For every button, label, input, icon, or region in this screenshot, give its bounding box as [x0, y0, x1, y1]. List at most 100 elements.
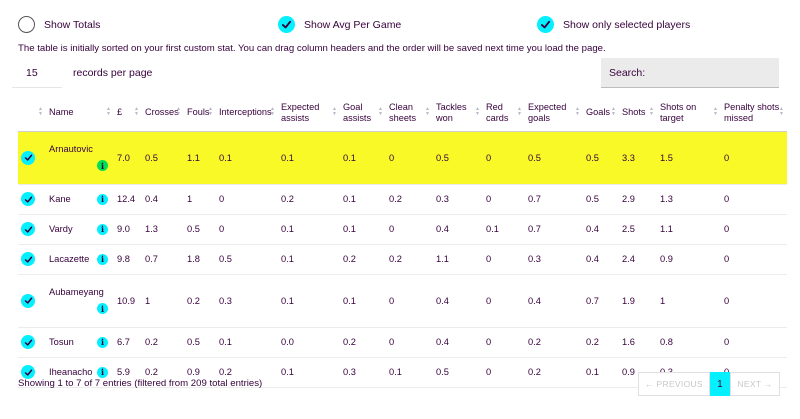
column-header[interactable]: Tackles won ▲ ▼ [433, 95, 483, 132]
info-icon[interactable]: i [97, 336, 108, 348]
stat-cell: 0.4 [142, 184, 184, 215]
next-page-button[interactable]: NEXT → [730, 372, 780, 396]
select-cell [18, 184, 46, 215]
player-name: Lacazette [49, 254, 90, 264]
select-player-checkbox[interactable] [21, 192, 35, 206]
stat-cell: 0.1 [278, 131, 340, 185]
stat-cell: 0.4 [583, 214, 619, 245]
info-icon[interactable]: i [97, 303, 108, 314]
stat-cell: 0.5 [216, 244, 278, 275]
select-column-header[interactable]: ▲ ▼ [18, 95, 46, 132]
column-header[interactable]: Name ▲ ▼ [46, 95, 114, 132]
column-header[interactable]: £ ▲ ▼ [114, 95, 142, 132]
sort-icon: ▲ ▼ [270, 106, 275, 117]
records-per-page-input[interactable] [12, 58, 62, 88]
column-header[interactable]: Red cards ▲ ▼ [483, 95, 525, 132]
stat-cell: 0.2 [525, 357, 583, 388]
info-icon[interactable]: i [97, 223, 108, 235]
stat-cell: 0.2 [386, 244, 433, 275]
info-icon[interactable]: i [97, 366, 108, 378]
page-1-button[interactable]: 1 [710, 372, 730, 396]
stat-cell: 0.5 [433, 131, 483, 185]
table-row: Vardy i 9.0 1.3 0.5 0 0.1 0.1 0 0.4 0.1 0.7 0.4 2.5 1.… [18, 214, 787, 245]
show-selected-checkbox[interactable] [537, 16, 554, 33]
show-totals-checkbox[interactable] [18, 16, 35, 33]
stat-cell: 0.1 [278, 244, 340, 275]
column-header[interactable]: Shots ▲ ▼ [619, 95, 657, 132]
select-player-checkbox[interactable] [21, 293, 35, 308]
select-player-checkbox[interactable] [21, 222, 35, 236]
stat-cell: 0 [721, 274, 787, 328]
show-avg-checkbox[interactable] [278, 16, 295, 33]
select-player-checkbox[interactable] [21, 150, 35, 165]
stat-cell: 0.5 [142, 131, 184, 185]
stat-cell: 0.4 [433, 327, 483, 358]
show-totals-toggle[interactable]: Show Totals [18, 16, 100, 33]
check-icon [24, 226, 32, 233]
previous-page-button[interactable]: ← PREVIOUS [638, 372, 710, 396]
stat-cell: 1.3 [657, 184, 721, 215]
pagination: ← PREVIOUS 1 NEXT → [638, 372, 780, 396]
stat-cell: 2.9 [619, 184, 657, 215]
table-row: Kane i 12.4 0.4 1 0 0.2 0.1 0.2 0.3 0 0.7 0.5 2.9 1.3 0 [18, 184, 787, 215]
info-icon[interactable]: i [97, 160, 108, 171]
select-player-checkbox[interactable] [21, 252, 35, 266]
column-header[interactable]: Expected goals ▲ ▼ [525, 95, 583, 132]
player-name: Iheanacho [49, 367, 93, 377]
stat-cell: 1.1 [184, 131, 216, 185]
column-header[interactable]: Penalty shots missed ▲ ▼ [721, 95, 787, 132]
stat-cell: 0.1 [583, 357, 619, 388]
stat-cell: 1.6 [619, 327, 657, 358]
stat-cell: 0.1 [386, 357, 433, 388]
check-icon [24, 256, 32, 263]
stat-cell: 1.3 [142, 214, 184, 245]
stat-cell: 0.3 [433, 184, 483, 215]
column-header[interactable]: Interceptions ▲ ▼ [216, 95, 278, 132]
stat-cell: 0.5 [525, 131, 583, 185]
stat-cell: 0 [721, 131, 787, 185]
column-header[interactable]: Expected assists ▲ ▼ [278, 95, 340, 132]
stat-cell: 0.1 [216, 327, 278, 358]
search-box[interactable]: Search: [601, 58, 779, 88]
sort-icon: ▲ ▼ [779, 106, 784, 117]
stat-cell: 0.2 [184, 274, 216, 328]
show-avg-toggle[interactable]: Show Avg Per Game [278, 16, 401, 33]
show-selected-toggle[interactable]: Show only selected players [537, 16, 690, 33]
select-cell [18, 274, 46, 328]
stat-cell: 0 [483, 327, 525, 358]
column-header[interactable]: Fouls ▲ ▼ [184, 95, 216, 132]
column-header[interactable]: Goals ▲ ▼ [583, 95, 619, 132]
column-header[interactable]: Clean sheets ▲ ▼ [386, 95, 433, 132]
column-header[interactable]: Crosses ▲ ▼ [142, 95, 184, 132]
check-icon [24, 339, 32, 346]
column-header[interactable]: Shots on target ▲ ▼ [657, 95, 721, 132]
player-name-cell: Vardy i [46, 214, 114, 245]
stat-cell: 0.1 [340, 274, 386, 328]
sort-icon: ▲ ▼ [176, 106, 181, 117]
stat-cell: 0.1 [340, 131, 386, 185]
stat-cell: 0.5 [433, 357, 483, 388]
player-name: Aubameyang [49, 287, 104, 297]
stat-cell: 0 [386, 214, 433, 245]
select-player-checkbox[interactable] [21, 365, 35, 379]
stat-cell: 0 [386, 131, 433, 185]
check-icon [24, 369, 32, 376]
stat-cell: 0.1 [340, 214, 386, 245]
info-icon[interactable]: i [97, 253, 108, 265]
stat-cell: 0.2 [142, 327, 184, 358]
stat-cell: 0 [721, 214, 787, 245]
show-selected-label: Show only selected players [563, 18, 691, 31]
player-name-cell: Aubameyang i [46, 274, 114, 328]
column-header[interactable]: Goal assists ▲ ▼ [340, 95, 386, 132]
show-totals-label: Show Totals [44, 18, 101, 31]
stat-cell: 0.1 [278, 357, 340, 388]
info-icon[interactable]: i [97, 193, 108, 205]
stat-cell: 1 [657, 274, 721, 328]
table-row: Lacazette i 9.8 0.7 1.8 0.5 0.1 0.2 0.2 1.1 0 0.3 0.… [18, 244, 787, 275]
stat-cell: 7.0 [114, 131, 142, 185]
search-label: Search: [609, 66, 646, 79]
stat-cell: 0 [483, 357, 525, 388]
stat-cell: 0.2 [525, 327, 583, 358]
select-player-checkbox[interactable] [21, 335, 35, 349]
check-icon [24, 196, 32, 203]
